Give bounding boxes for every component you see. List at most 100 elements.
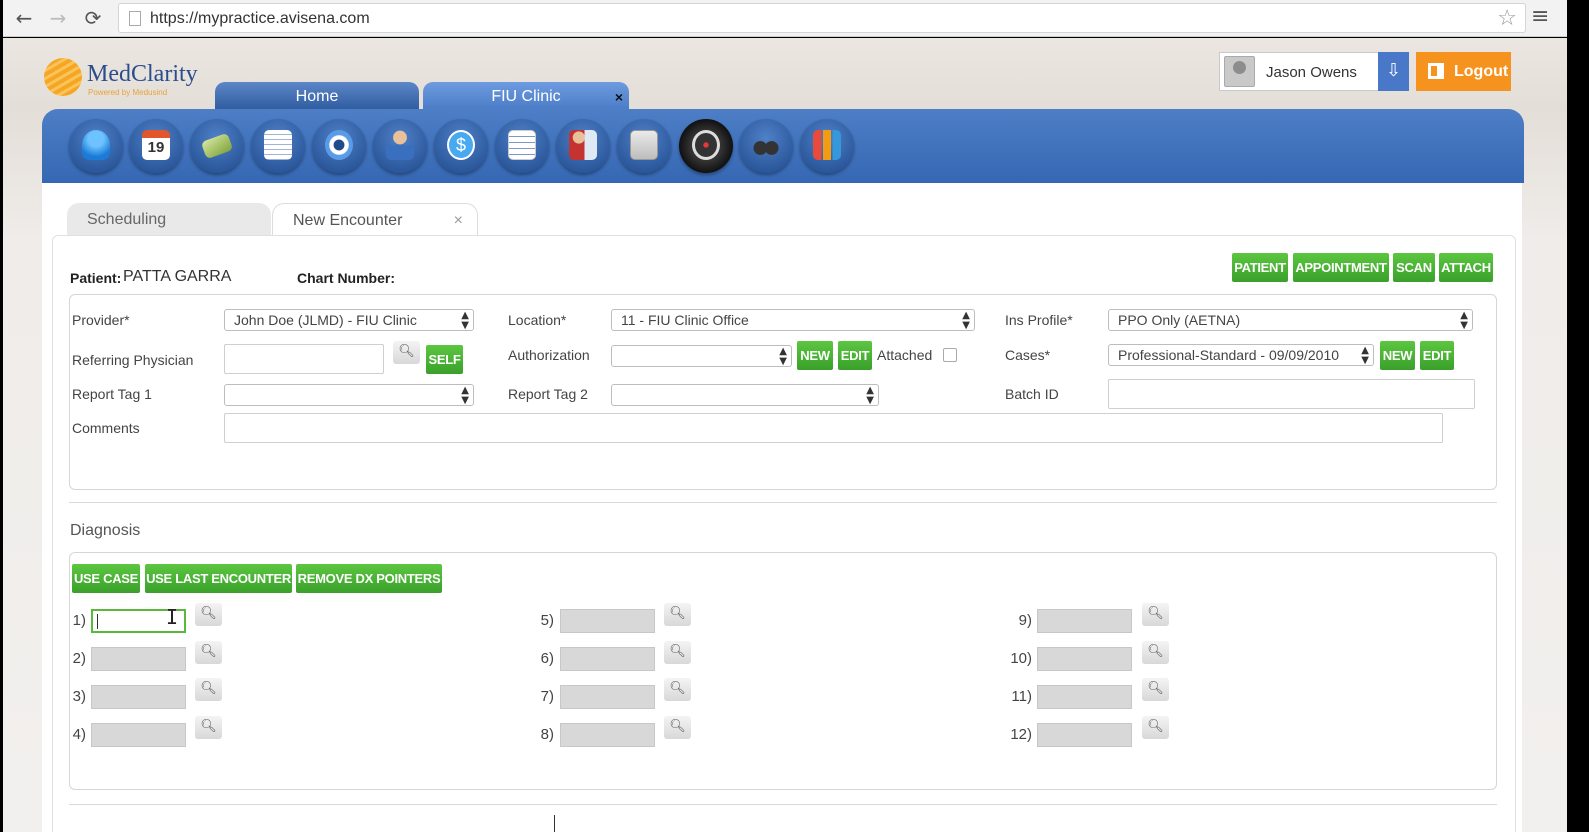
remove-dx-pointers-button[interactable]: REMOVE DX POINTERS: [296, 564, 442, 593]
location-label: Location*: [508, 312, 567, 328]
dashboard-icon[interactable]: [679, 119, 733, 173]
cases-value: Professional-Standard - 09/09/2010: [1118, 347, 1340, 363]
authorization-edit-button[interactable]: EDIT: [838, 341, 872, 370]
browser-menu-icon[interactable]: ≡: [1531, 4, 1549, 29]
report-tag-1-select[interactable]: ▲ ▼: [224, 384, 474, 406]
batch-id-input[interactable]: [1108, 379, 1475, 409]
search-icon[interactable]: 🔍︎: [1142, 678, 1169, 701]
search-icon[interactable]: 🔍︎: [664, 716, 691, 739]
url-text[interactable]: https://mypractice.avisena.com: [150, 10, 370, 28]
scan-button[interactable]: SCAN: [1393, 253, 1435, 282]
reload-icon[interactable]: ⟳: [81, 7, 105, 29]
dx-input-8[interactable]: [560, 723, 655, 747]
search-icon[interactable]: 🔍︎: [1142, 603, 1169, 626]
dx-input-5[interactable]: [560, 609, 655, 633]
authorization-new-button[interactable]: NEW: [797, 341, 833, 370]
search-icon[interactable]: 🔍︎: [1142, 716, 1169, 739]
dx-input-3[interactable]: [91, 685, 186, 709]
back-arrow-icon[interactable]: ←: [12, 7, 36, 29]
location-select[interactable]: 11 - FIU Clinic Office ▲ ▼: [611, 309, 975, 331]
ins-profile-label: Ins Profile*: [1005, 312, 1073, 328]
settings-icon[interactable]: [312, 119, 366, 173]
subtab-new-encounter[interactable]: New Encounter ×: [272, 203, 478, 237]
diagnosis-title: Diagnosis: [70, 522, 141, 539]
dx-number: 4): [72, 726, 86, 743]
patients-icon[interactable]: [69, 119, 123, 173]
dx-input-1[interactable]: I: [91, 605, 186, 633]
search-binoculars-icon[interactable]: [739, 119, 793, 173]
dx-number: 8): [540, 726, 554, 743]
select-arrows-icon: ▲ ▼: [461, 385, 469, 406]
user-dropdown-icon[interactable]: ⇩: [1378, 52, 1409, 91]
dx-number: 12): [1010, 726, 1032, 743]
logout-icon: [1428, 63, 1444, 79]
partial-control: [507, 815, 555, 832]
cases-select[interactable]: Professional-Standard - 09/09/2010 ▲ ▼: [1108, 344, 1374, 366]
calendar-icon[interactable]: 19: [129, 119, 183, 173]
select-arrows-icon: ▲ ▼: [962, 310, 970, 331]
provider-icon[interactable]: [373, 119, 427, 173]
subtab-scheduling[interactable]: Scheduling: [67, 203, 271, 237]
provider-value: John Doe (JLMD) - FIU Clinic: [234, 312, 417, 328]
self-button[interactable]: SELF: [426, 345, 463, 374]
dx-input-4[interactable]: [91, 723, 186, 747]
use-last-encounter-button[interactable]: USE LAST ENCOUNTER: [145, 564, 292, 593]
reports-icon[interactable]: [495, 119, 549, 173]
forward-arrow-icon[interactable]: →: [46, 7, 70, 29]
search-icon[interactable]: 🔍︎: [393, 341, 420, 364]
bookmark-star-icon[interactable]: ☆: [1497, 6, 1517, 31]
dx-input-11[interactable]: [1037, 685, 1132, 709]
patient-button[interactable]: PATIENT: [1232, 253, 1288, 282]
report-tag-2-label: Report Tag 2: [508, 386, 588, 402]
search-icon[interactable]: 🔍︎: [664, 641, 691, 664]
dx-input-10[interactable]: [1037, 647, 1132, 671]
referring-physician-label: Referring Physician: [72, 352, 194, 368]
use-case-button[interactable]: USE CASE: [72, 564, 140, 593]
search-icon[interactable]: 🔍︎: [195, 603, 222, 626]
authorization-select[interactable]: ▲ ▼: [611, 345, 792, 367]
address-bar[interactable]: https://mypractice.avisena.com ☆: [118, 3, 1526, 33]
dx-input-7[interactable]: [560, 685, 655, 709]
charts-icon[interactable]: [800, 119, 854, 173]
logo-sphere-icon: [44, 58, 82, 96]
attached-checkbox[interactable]: [943, 348, 957, 362]
billing-icon[interactable]: [190, 119, 244, 173]
comments-input[interactable]: [224, 413, 1443, 443]
close-tab-icon[interactable]: ×: [615, 82, 623, 112]
search-icon[interactable]: 🔍︎: [195, 641, 222, 664]
logout-button[interactable]: Logout: [1416, 52, 1511, 91]
section-divider: [69, 502, 1497, 503]
referring-physician-input[interactable]: [224, 344, 384, 374]
dx-number: 1): [72, 612, 86, 629]
appointment-button[interactable]: APPOINTMENT: [1293, 253, 1389, 282]
provider-select[interactable]: John Doe (JLMD) - FIU Clinic ▲ ▼: [224, 309, 474, 331]
search-icon[interactable]: 🔍︎: [1142, 641, 1169, 664]
cases-edit-button[interactable]: EDIT: [1420, 341, 1454, 370]
user-name: Jason Owens: [1266, 64, 1357, 81]
staff-icon[interactable]: [556, 119, 610, 173]
attach-button[interactable]: ATTACH: [1439, 253, 1493, 282]
report-tag-1-label: Report Tag 1: [72, 386, 152, 402]
search-icon[interactable]: 🔍︎: [664, 678, 691, 701]
dx-input-2[interactable]: [91, 647, 186, 671]
tab-home[interactable]: Home: [215, 82, 419, 110]
files-icon[interactable]: [617, 119, 671, 173]
payments-icon[interactable]: $: [434, 119, 488, 173]
search-icon[interactable]: 🔍︎: [664, 603, 691, 626]
dx-input-12[interactable]: [1037, 723, 1132, 747]
cases-new-button[interactable]: NEW: [1380, 341, 1415, 370]
dx-number: 2): [72, 650, 86, 667]
dx-number: 10): [1010, 650, 1032, 667]
dx-input-9[interactable]: [1037, 609, 1132, 633]
search-icon[interactable]: 🔍︎: [195, 716, 222, 739]
documents-icon[interactable]: [251, 119, 305, 173]
close-subtab-icon[interactable]: ×: [454, 204, 463, 238]
patient-name: PATTA GARRA: [123, 268, 232, 285]
search-icon[interactable]: 🔍︎: [195, 678, 222, 701]
dx-number: 7): [540, 688, 554, 705]
user-menu[interactable]: Jason Owens ⇩: [1219, 52, 1409, 91]
report-tag-2-select[interactable]: ▲ ▼: [611, 384, 879, 406]
dx-input-6[interactable]: [560, 647, 655, 671]
ins-profile-select[interactable]: PPO Only (AETNA) ▲ ▼: [1108, 309, 1473, 331]
tab-fiu-clinic[interactable]: FIU Clinic ×: [423, 82, 629, 110]
